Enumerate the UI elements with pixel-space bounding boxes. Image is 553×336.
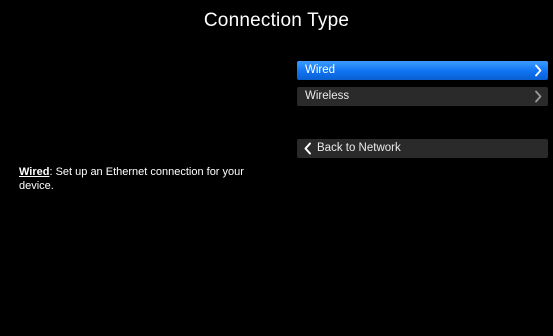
page-title: Connection Type [203, 10, 350, 31]
back-to-network-button[interactable]: Back to Network [297, 139, 548, 158]
back-button-label: Back to Network [317, 142, 401, 154]
connection-type-screen: Connection Type Wired Wireless Back to N… [0, 0, 553, 336]
description-text: : Set up an Ethernet connection for your… [19, 166, 244, 192]
menu-item-wired[interactable]: Wired [297, 61, 548, 80]
chevron-right-icon [535, 90, 542, 103]
menu-item-wireless[interactable]: Wireless [297, 87, 548, 106]
chevron-right-icon [535, 64, 542, 77]
item-description: Wired: Set up an Ethernet connection for… [19, 165, 269, 193]
menu-item-label: Wired [305, 64, 336, 76]
description-term: Wired [19, 166, 50, 178]
menu-item-label: Wireless [305, 90, 350, 102]
chevron-left-icon [304, 142, 311, 155]
